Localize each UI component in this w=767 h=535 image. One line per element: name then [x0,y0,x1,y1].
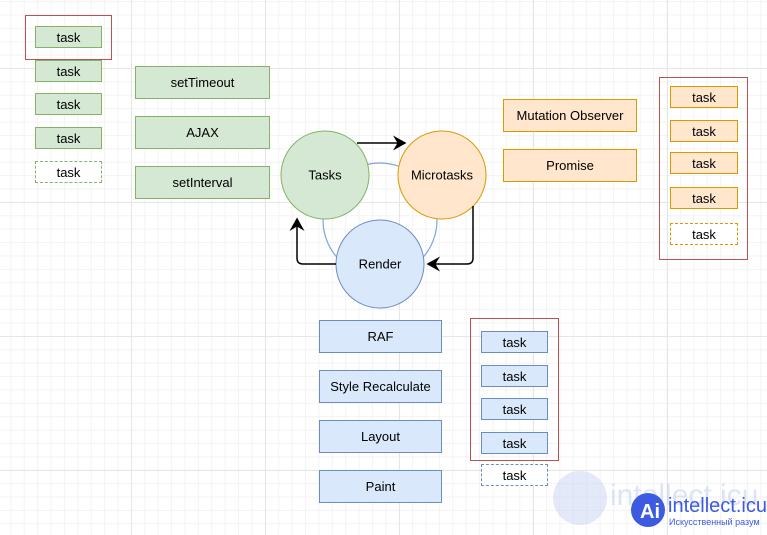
source-promise[interactable]: Promise [503,149,637,182]
task-queue-item[interactable]: task [35,26,102,48]
microtask-queue-item[interactable]: task [670,86,738,108]
render-step-paint[interactable]: Paint [319,470,442,503]
microtask-queue-item[interactable]: task [670,120,738,142]
task-queue-item-pending[interactable]: task [35,161,102,183]
arrow-render-to-tasks [289,217,336,265]
task-queue-item[interactable]: task [35,93,102,115]
render-queue-item[interactable]: task [481,365,548,387]
task-queue-item[interactable]: task [35,127,102,149]
microtasks-label: Microtasks [410,167,474,183]
source-ajax[interactable]: AJAX [135,116,270,149]
render-step-layout[interactable]: Layout [319,420,442,453]
render-queue-item[interactable]: task [481,398,548,420]
source-mutation-observer[interactable]: Mutation Observer [503,99,637,132]
render-step-style[interactable]: Style Recalculate [319,370,442,403]
task-queue-item[interactable]: task [35,60,102,82]
tasks-label: Tasks [308,167,342,183]
source-settimeout[interactable]: setTimeout [135,66,270,99]
render-queue-item[interactable]: task [481,432,548,454]
render-step-raf[interactable]: RAF [319,320,442,353]
source-setinterval[interactable]: setInterval [135,166,270,199]
render-queue-item[interactable]: task [481,331,548,353]
microtask-queue-item-pending[interactable]: task [670,223,738,245]
microtask-queue-item[interactable]: task [670,152,738,174]
render-queue-item-pending[interactable]: task [481,464,548,486]
render-label: Render [358,256,402,272]
microtask-queue-item[interactable]: task [670,187,738,209]
